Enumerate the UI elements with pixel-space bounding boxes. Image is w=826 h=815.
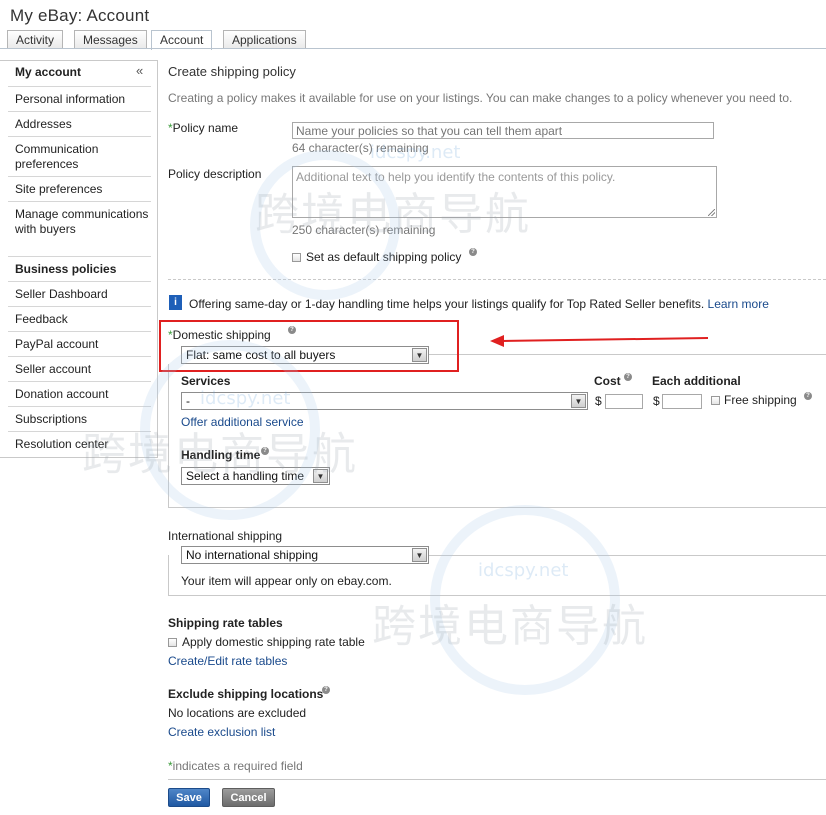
help-icon[interactable]: ? [624, 373, 632, 381]
tab-applications[interactable]: Applications [223, 30, 306, 49]
services-label: Services [181, 374, 231, 388]
handling-time-label: Handling time [181, 448, 261, 462]
policy-description-label: Policy description [168, 167, 262, 181]
domestic-box-left [168, 364, 169, 507]
info-icon: i [169, 295, 182, 310]
sidebar-item-seller-dashboard[interactable]: Seller Dashboard [8, 281, 151, 302]
default-policy-label: Set as default shipping policy [306, 250, 462, 264]
sidebar-item-business-policies: Business policies [8, 256, 151, 277]
required-note: *indicates a required field [168, 759, 303, 773]
each-additional-currency: $ [653, 394, 660, 408]
policy-description-textarea[interactable]: Additional text to help you identify the… [292, 166, 717, 218]
default-policy-checkbox[interactable] [292, 253, 301, 262]
free-shipping-label: Free shipping [724, 393, 797, 407]
handling-time-value: Select a handling time [186, 469, 305, 483]
handling-time-select[interactable]: Select a handling time ▼ [181, 467, 330, 485]
chevron-down-icon: ▼ [313, 469, 328, 483]
cost-label: Cost [594, 374, 621, 388]
policy-name-input[interactable] [292, 122, 714, 139]
annotation-highlight-box [159, 320, 459, 372]
tab-account[interactable]: Account [151, 30, 213, 50]
help-icon[interactable]: ? [261, 447, 269, 455]
exclude-locations-status: No locations are excluded [168, 706, 307, 720]
international-box-bottom [168, 595, 826, 596]
chevron-down-icon: ▼ [412, 548, 427, 562]
watermark-url: idcspy.net [478, 560, 569, 581]
sidebar: My account « Personal information Addres… [0, 60, 158, 458]
cancel-button[interactable]: Cancel [222, 788, 275, 807]
rate-table-checkbox-label: Apply domestic shipping rate table [182, 635, 365, 649]
services-value: - [186, 394, 190, 408]
tab-messages[interactable]: Messages [74, 30, 147, 49]
sidebar-item-seller-account[interactable]: Seller account [8, 356, 151, 377]
each-additional-label: Each additional [652, 374, 741, 388]
sidebar-item-personal-information[interactable]: Personal information [8, 86, 151, 107]
sidebar-item-feedback[interactable]: Feedback [8, 306, 151, 327]
sidebar-item-site-preferences[interactable]: Site preferences [8, 176, 151, 197]
each-additional-input[interactable] [662, 394, 702, 409]
international-box-left [168, 555, 169, 595]
tab-activity[interactable]: Activity [7, 30, 64, 49]
policy-name-label: *Policy name [168, 121, 239, 135]
help-icon[interactable]: ? [469, 248, 477, 256]
help-icon[interactable]: ? [322, 686, 330, 694]
policy-description-remaining: 250 character(s) remaining [292, 223, 436, 237]
page-title: My eBay: Account [10, 6, 150, 25]
edit-rate-tables-link[interactable]: Create/Edit rate tables [168, 654, 287, 668]
sidebar-item-donation-account[interactable]: Donation account [8, 381, 151, 402]
policy-description-placeholder: Additional text to help you identify the… [296, 170, 616, 184]
tabs-divider [0, 48, 826, 49]
watermark-logo-icon [430, 505, 620, 695]
sidebar-item-subscriptions[interactable]: Subscriptions [8, 406, 151, 427]
international-shipping-select[interactable]: No international shipping ▼ [181, 546, 429, 564]
form-intro: Creating a policy makes it available for… [168, 91, 793, 105]
info-message: Offering same-day or 1-day handling time… [189, 297, 769, 311]
free-shipping-checkbox[interactable] [711, 396, 720, 405]
sidebar-item-communication-preferences[interactable]: Communication preferences [8, 136, 151, 172]
exclude-locations-heading: Exclude shipping locations [168, 687, 324, 701]
collapse-icon[interactable]: « [136, 63, 143, 78]
offer-additional-service-link[interactable]: Offer additional service [181, 415, 304, 429]
policy-name-remaining: 64 character(s) remaining [292, 141, 429, 155]
cost-currency: $ [595, 394, 602, 408]
create-exclusion-list-link[interactable]: Create exclusion list [168, 725, 275, 739]
section-divider [168, 279, 826, 280]
annotation-arrow-icon [490, 335, 709, 347]
domestic-box-bottom [168, 507, 826, 508]
domestic-box-top [428, 354, 826, 355]
resize-grip-icon[interactable] [708, 209, 715, 216]
help-icon[interactable]: ? [804, 392, 812, 400]
save-button[interactable]: Save [168, 788, 210, 807]
international-box-top [428, 555, 826, 556]
international-shipping-value: No international shipping [186, 548, 319, 562]
form-heading: Create shipping policy [168, 64, 296, 79]
sidebar-heading: My account [15, 65, 82, 79]
rate-tables-heading: Shipping rate tables [168, 616, 283, 630]
learn-more-link[interactable]: Learn more [708, 297, 769, 311]
services-select[interactable]: - ▼ [181, 392, 588, 410]
watermark-text: 跨境电商导航 [372, 601, 648, 652]
chevron-down-icon: ▼ [571, 394, 586, 408]
sidebar-item-manage-communications[interactable]: Manage communications with buyers [8, 201, 151, 237]
sidebar-item-addresses[interactable]: Addresses [8, 111, 151, 132]
sidebar-item-paypal-account[interactable]: PayPal account [8, 331, 151, 352]
footer-divider [168, 779, 826, 780]
rate-table-checkbox[interactable] [168, 638, 177, 647]
international-note: Your item will appear only on ebay.com. [181, 574, 392, 588]
cost-input[interactable] [605, 394, 643, 409]
sidebar-item-resolution-center[interactable]: Resolution center [8, 431, 151, 452]
international-shipping-label: International shipping [168, 529, 283, 543]
